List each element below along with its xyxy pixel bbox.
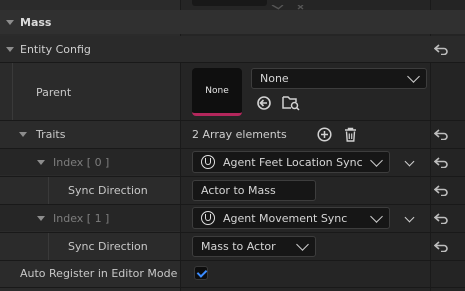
reset-arrow-icon[interactable] bbox=[434, 128, 448, 140]
reset-arrow-icon[interactable] bbox=[434, 212, 448, 224]
parent-thumbnail-text: None bbox=[205, 85, 229, 96]
auto-register-label: Auto Register in Editor Mode bbox=[20, 267, 178, 280]
sync-direction-0-dropdown[interactable]: Actor to Mass bbox=[192, 180, 316, 201]
trait-index-1-expand-arrow-icon[interactable] bbox=[37, 216, 45, 221]
auto-register-checkbox[interactable] bbox=[194, 266, 208, 280]
category-expand-arrow-icon[interactable] bbox=[6, 20, 14, 25]
trait-index-1-value: Agent Movement Sync bbox=[223, 211, 348, 225]
sync-direction-0-value: Actor to Mass bbox=[201, 184, 276, 197]
indent-guide bbox=[48, 177, 49, 204]
array-element-menu-chevron-icon[interactable] bbox=[404, 156, 415, 167]
trait-index-0-expand-arrow-icon[interactable] bbox=[37, 160, 45, 165]
reset-arrow-icon[interactable] bbox=[434, 43, 448, 55]
chevron-down-icon bbox=[370, 153, 383, 167]
entity-config-label: Entity Config bbox=[20, 43, 91, 56]
sync-direction-1-value: Mass to Actor bbox=[201, 240, 276, 253]
unreal-logo-icon bbox=[201, 211, 215, 225]
category-title: Mass bbox=[20, 16, 52, 29]
previous-row-icons bbox=[271, 0, 311, 10]
delete-icon[interactable] bbox=[344, 127, 357, 142]
chevron-down-icon bbox=[370, 209, 383, 223]
traits-label: Traits bbox=[36, 128, 66, 141]
sync-direction-1-label: Sync Direction bbox=[68, 240, 148, 253]
reset-arrow-icon[interactable] bbox=[434, 240, 448, 252]
trait-index-0-value: Agent Feet Location Sync bbox=[223, 155, 363, 169]
entity-config-expand-arrow-icon[interactable] bbox=[6, 47, 14, 52]
add-icon[interactable] bbox=[317, 127, 332, 142]
chevron-down-icon bbox=[407, 70, 420, 83]
reset-arrow-icon[interactable] bbox=[434, 184, 448, 196]
traits-expand-arrow-icon[interactable] bbox=[19, 132, 27, 137]
reset-arrow-icon[interactable] bbox=[434, 156, 448, 168]
unreal-logo-icon bbox=[201, 155, 215, 169]
use-selected-icon[interactable] bbox=[256, 95, 272, 111]
parent-dropdown-value: None bbox=[260, 72, 289, 85]
indent-guide bbox=[12, 63, 13, 120]
parent-asset-dropdown[interactable]: None bbox=[251, 68, 427, 89]
trait-index-1-dropdown[interactable]: Agent Movement Sync bbox=[192, 207, 390, 229]
trait-index-0-dropdown[interactable]: Agent Feet Location Sync bbox=[192, 151, 390, 173]
array-element-menu-chevron-icon[interactable] bbox=[404, 212, 415, 223]
chevron-down-icon bbox=[296, 238, 309, 251]
sync-direction-0-label: Sync Direction bbox=[68, 184, 148, 197]
previous-row-field bbox=[192, 0, 267, 6]
parent-label: Parent bbox=[36, 86, 72, 99]
trait-index-0-label: Index [ 0 ] bbox=[53, 156, 110, 169]
traits-count: 2 Array elements bbox=[192, 128, 287, 141]
trait-index-1-label: Index [ 1 ] bbox=[53, 212, 110, 225]
sync-direction-1-dropdown[interactable]: Mass to Actor bbox=[192, 236, 316, 257]
parent-asset-thumbnail[interactable]: None bbox=[192, 68, 242, 116]
indent-guide bbox=[48, 233, 49, 260]
browse-icon[interactable] bbox=[282, 94, 300, 111]
category-mass-row[interactable] bbox=[0, 10, 465, 34]
